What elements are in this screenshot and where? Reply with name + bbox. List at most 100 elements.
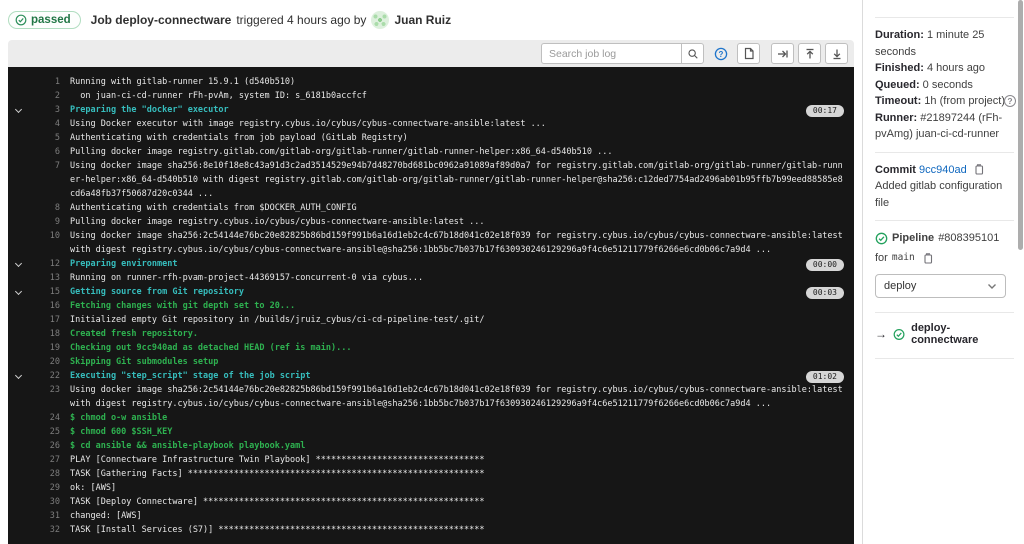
user-name[interactable]: Juan Ruiz: [394, 13, 451, 27]
log-line-gutter: 16: [8, 299, 60, 313]
jump-button[interactable]: [771, 43, 794, 64]
chevron-placeholder: [8, 439, 28, 443]
log-line-text: Authenticating with credentials from $DO…: [70, 203, 357, 213]
chevron-placeholder: [8, 425, 28, 429]
raw-log-icon: [744, 47, 754, 60]
detail-row-timeout: Timeout: 1h (from project)?: [875, 93, 1016, 110]
chevron-placeholder: [8, 481, 28, 485]
log-section-header[interactable]: 22 Executing "step_script" stage of the j…: [8, 369, 854, 383]
log-line-number[interactable]: 4: [28, 117, 60, 131]
copy-icon: [975, 163, 983, 175]
job-success-icon: [893, 328, 905, 340]
log-line-number[interactable]: 6: [28, 145, 60, 159]
log-line-number[interactable]: 8: [28, 201, 60, 215]
divider: [875, 358, 1014, 359]
log-line: 27 PLAY [Connectware Infrastructure Twin …: [8, 453, 854, 467]
chevron-placeholder: [8, 523, 28, 527]
chevron-placeholder: [8, 341, 28, 345]
detail-label: Queued:: [875, 78, 920, 91]
log-line-number[interactable]: 5: [28, 131, 60, 145]
show-raw-button[interactable]: [737, 43, 760, 64]
log-line-number[interactable]: 32: [28, 523, 60, 537]
collapse-chevron-icon[interactable]: [8, 285, 28, 296]
log-line-number[interactable]: 16: [28, 299, 60, 313]
log-line-number[interactable]: 28: [28, 467, 60, 481]
log-line-number[interactable]: 1: [28, 75, 60, 89]
log-line-number[interactable]: 3: [28, 103, 60, 117]
commit-row: Commit 9cc940ad: [875, 162, 1010, 179]
search-help-button[interactable]: ?: [709, 43, 732, 64]
log-line-number[interactable]: 26: [28, 439, 60, 453]
log-line-number[interactable]: 19: [28, 341, 60, 355]
log-line-number[interactable]: 9: [28, 215, 60, 229]
collapse-chevron-icon[interactable]: [8, 257, 28, 268]
chevron-placeholder: [8, 299, 28, 303]
timeout-help-icon[interactable]: ?: [1004, 95, 1016, 107]
chevron-placeholder: [8, 89, 28, 93]
log-line-number[interactable]: 15: [28, 285, 60, 299]
log-line-number[interactable]: 25: [28, 425, 60, 439]
log-line-number[interactable]: 20: [28, 355, 60, 369]
log-line-number[interactable]: 27: [28, 453, 60, 467]
job-log: 1 Running with gitlab-runner 15.9.1 (d540…: [8, 67, 854, 544]
copy-icon: [924, 253, 932, 264]
log-line-gutter: 10: [8, 229, 60, 257]
log-line-gutter: 12: [8, 257, 60, 271]
chevron-placeholder: [8, 355, 28, 359]
scroll-to-top-icon: [806, 48, 813, 58]
log-line-number[interactable]: 22: [28, 369, 60, 383]
collapse-chevron-icon[interactable]: [8, 369, 28, 380]
search-button[interactable]: [681, 43, 704, 64]
log-section-header[interactable]: 12 Preparing environment 00:00: [8, 257, 854, 271]
log-line-number[interactable]: 24: [28, 411, 60, 425]
search-input[interactable]: [541, 43, 681, 64]
stage-dropdown[interactable]: deploy: [875, 274, 1006, 298]
divider: [875, 312, 1014, 313]
log-section-header[interactable]: 15 Getting source from Git repository 00:0…: [8, 285, 854, 299]
log-section-header[interactable]: 3 Preparing the "docker" executor 00:17: [8, 103, 854, 117]
log-line-text: Executing "step_script" stage of the job…: [70, 371, 311, 381]
status-badge[interactable]: passed: [8, 11, 81, 29]
log-line-gutter: 2: [8, 89, 60, 103]
log-line-number[interactable]: 31: [28, 509, 60, 523]
divider: [875, 220, 1014, 221]
collapse-chevron-icon[interactable]: [8, 103, 28, 114]
divider: [875, 17, 1014, 18]
log-line-number[interactable]: 2: [28, 89, 60, 103]
log-line-number[interactable]: 10: [28, 229, 60, 243]
log-line-text: Getting source from Git repository: [70, 287, 244, 297]
job-sidebar: Duration: 1 minute 25 seconds Finished: 4…: [862, 0, 1024, 544]
scroll-to-top-button[interactable]: [798, 43, 821, 64]
sidebar-job-item-deploy-connectware[interactable]: → deploy-connectware: [875, 322, 1010, 346]
log-line-text: Pulling docker image registry.cybus.io/c…: [70, 217, 485, 227]
log-line-text: on juan-ci-cd-runner rFh-pvAm, system ID…: [70, 91, 367, 101]
scroll-to-bottom-button[interactable]: [825, 43, 848, 64]
copy-commit-sha-button[interactable]: [973, 163, 984, 175]
log-line-number[interactable]: 30: [28, 495, 60, 509]
log-line: 7 Using docker image sha256:8e10f18e8c43a…: [8, 159, 854, 201]
current-job-arrow-icon: →: [875, 327, 887, 341]
log-line-number[interactable]: 7: [28, 159, 60, 173]
pipeline-for-text: for: [875, 252, 888, 264]
log-line-number[interactable]: 17: [28, 313, 60, 327]
pipeline-ref[interactable]: main: [892, 250, 915, 266]
log-line-gutter: 22: [8, 369, 60, 383]
commit-sha-link[interactable]: 9cc940ad: [919, 164, 967, 176]
sidebar-scrollbar[interactable]: [1018, 0, 1023, 250]
log-line-number[interactable]: 13: [28, 271, 60, 285]
log-line: 5 Authenticating with credentials from jo…: [8, 131, 854, 145]
log-line-gutter: 26: [8, 439, 60, 453]
chevron-placeholder: [8, 131, 28, 135]
log-line-number[interactable]: 12: [28, 257, 60, 271]
pipeline-id[interactable]: #808395101: [938, 230, 999, 246]
log-line-text: Pulling docker image registry.gitlab.com…: [70, 147, 613, 157]
log-line-number[interactable]: 29: [28, 481, 60, 495]
log-line-text: Initialized empty Git repository in /bui…: [70, 315, 485, 325]
log-line-gutter: 32: [8, 523, 60, 537]
log-line-number[interactable]: 23: [28, 383, 60, 397]
user-avatar[interactable]: [371, 11, 390, 29]
copy-ref-button[interactable]: [922, 252, 933, 264]
log-line-text: $ chmod o-w ansible: [70, 413, 168, 423]
log-line-number[interactable]: 18: [28, 327, 60, 341]
chevron-placeholder: [8, 453, 28, 457]
